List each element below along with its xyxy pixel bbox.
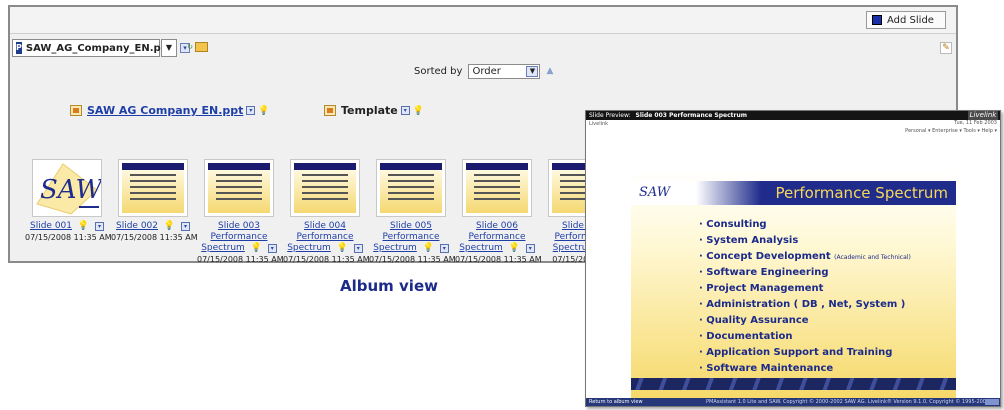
nav-arrows-icon[interactable] xyxy=(985,399,999,405)
slide-date-1: 07/15/2008 11:35 AM xyxy=(25,233,112,242)
slide-thumb-3[interactable] xyxy=(204,159,274,217)
info-bulb-icon[interactable]: 💡 xyxy=(509,243,520,253)
file-dropdown-button[interactable]: ▼ xyxy=(161,39,177,57)
folder-link-ppt-label[interactable]: SAW AG Company EN.ppt xyxy=(87,104,243,117)
preview-sub-left[interactable]: Livelink xyxy=(589,121,608,127)
slide-date-4: 07/15/2008 11:35 AM xyxy=(283,255,370,264)
svg-text:SAW: SAW xyxy=(40,175,101,205)
function-menu-icon[interactable]: ▾ xyxy=(246,106,256,115)
bullet-item: · Application Support and Training xyxy=(699,347,893,358)
slide-link-3[interactable]: Slide 003 xyxy=(218,221,260,231)
slide-thumb-2[interactable] xyxy=(118,159,188,217)
slide-caption-2: Slide 002 💡 ▾ 07/15/2008 11:35 AM xyxy=(111,221,198,244)
bullet-item: · System Analysis xyxy=(699,235,799,246)
slide-link-6[interactable]: Slide 006 xyxy=(476,221,518,231)
preview-copyright: PMAssistant 1.0 Lite and SAW. Copyright … xyxy=(706,399,990,405)
bullet-item: · Concept Development (Academic and Tech… xyxy=(699,251,911,262)
chevron-down-icon: ▼ xyxy=(526,65,539,77)
folder-link-template: Template ▾ 💡 xyxy=(324,104,424,117)
info-bulb-icon[interactable]: 💡 xyxy=(78,221,89,231)
edit-pencil-icon[interactable]: ✎ xyxy=(940,42,952,54)
slide-link-2[interactable]: Slide 002 xyxy=(116,221,158,231)
refresh-icon[interactable]: ↻ xyxy=(185,43,195,53)
slide-link-4[interactable]: Slide 004 xyxy=(304,221,346,231)
decorative-band xyxy=(631,378,956,390)
preview-menus[interactable]: Personal ▾ Enterprise ▾ Tools ▾ Help ▾ xyxy=(905,128,997,134)
info-bulb-icon[interactable]: 💡 xyxy=(251,243,262,253)
slide-date-2: 07/15/2008 11:35 AM xyxy=(111,233,198,242)
album-view-caption: Album view xyxy=(340,277,438,295)
slide-preview-window: Slide Preview: Slide 003 Performance Spe… xyxy=(585,110,1001,407)
compound-document-icon xyxy=(70,105,82,116)
slide-thumb-1[interactable]: SAW xyxy=(32,159,105,217)
function-menu-icon[interactable]: ▾ xyxy=(94,222,104,231)
folder-link-template-label[interactable]: Template xyxy=(341,104,398,117)
file-select[interactable]: P SAW_AG_Company_EN.ppt xyxy=(12,39,173,57)
saw-logo: SAW xyxy=(639,185,671,200)
bullet-item: · Documentation xyxy=(699,331,793,342)
bullet-item: · Software Maintenance xyxy=(699,363,834,374)
livelink-logo: Livelink xyxy=(968,111,998,120)
function-menu-icon[interactable]: ▾ xyxy=(180,222,190,231)
preview-prefix: Slide Preview: xyxy=(589,112,631,119)
bullet-item: · Consulting xyxy=(699,219,767,230)
slide-bullet-list: · Consulting · System Analysis · Concept… xyxy=(699,217,911,377)
function-menu-icon[interactable]: ▾ xyxy=(267,244,277,253)
slide-date-6: 07/15/2008 11:35 AM xyxy=(455,255,542,264)
info-bulb-icon[interactable]: 💡 xyxy=(337,243,348,253)
slide-caption-4: Slide 004 Performance Spectrum 💡 ▾ 07/15… xyxy=(283,221,370,266)
sort-row: Sorted by Order ▼ ▲ xyxy=(414,63,553,79)
add-slide-label: Add Slide xyxy=(887,14,934,26)
preview-footer: Return to album view PMAssistant 1.0 Lit… xyxy=(586,398,1000,406)
info-bulb-icon[interactable]: 💡 xyxy=(423,243,434,253)
slide-thumb-5[interactable] xyxy=(376,159,446,217)
slide-title: Performance Spectrum xyxy=(775,184,948,202)
function-menu-icon[interactable]: ▾ xyxy=(353,244,363,253)
info-bulb-icon[interactable]: 💡 xyxy=(413,106,424,116)
preview-date: Tue, 11 Feb 2003 xyxy=(954,120,997,126)
bullet-item: · Administration ( DB , Net, System ) xyxy=(699,299,906,310)
folder-link-ppt: SAW AG Company EN.ppt ▾ 💡 xyxy=(70,104,270,117)
file-bar: P SAW_AG_Company_EN.ppt ▼ ▾ ↻ ✎ xyxy=(10,39,956,59)
slide-header: SAW Performance Spectrum xyxy=(631,181,956,205)
return-to-album-link[interactable]: Return to album view xyxy=(589,399,643,405)
screenshot-root: Add Slide P SAW_AG_Company_EN.ppt ▼ ▾ ↻ … xyxy=(0,0,1004,410)
top-toolbar: Add Slide xyxy=(10,7,956,34)
sort-value: Order xyxy=(472,65,501,77)
slide-thumb-4[interactable] xyxy=(290,159,360,217)
slide-date-3: 07/15/2008 11:35 AM xyxy=(197,255,284,264)
function-menu-icon[interactable]: ▾ xyxy=(400,106,410,115)
slide-caption-1: Slide 001 💡 ▾ 07/15/2008 11:35 AM xyxy=(25,221,112,244)
info-bulb-icon[interactable]: 💡 xyxy=(164,221,175,231)
slide-thumb-6[interactable] xyxy=(462,159,532,217)
compound-document-icon xyxy=(324,105,336,116)
slide-caption-6: Slide 006 Performance Spectrum 💡 ▾ 07/15… xyxy=(455,221,542,266)
slide-caption-5: Slide 005 Performance Spectrum 💡 ▾ 07/15… xyxy=(369,221,456,266)
sort-ascending-icon[interactable]: ▲ xyxy=(546,66,553,76)
function-menu-icon[interactable]: ▾ xyxy=(525,244,535,253)
preview-subbar: Livelink Tue, 11 Feb 2003 Personal ▾ Ent… xyxy=(586,120,1000,138)
slide-link-5[interactable]: Slide 005 xyxy=(390,221,432,231)
preview-title: Slide 003 Performance Spectrum xyxy=(635,112,748,119)
preview-title-bar: Slide Preview: Slide 003 Performance Spe… xyxy=(586,111,1000,120)
open-folder-icon[interactable] xyxy=(195,42,208,52)
preview-slide: SAW Performance Spectrum · Consulting · … xyxy=(631,171,956,398)
function-menu-icon[interactable]: ▾ xyxy=(439,244,449,253)
sort-select[interactable]: Order ▼ xyxy=(468,63,541,79)
add-slide-icon xyxy=(872,15,882,25)
bullet-item: · Project Management xyxy=(699,283,824,294)
slide-date-5: 07/15/2008 11:35 AM xyxy=(369,255,456,264)
info-bulb-icon[interactable]: 💡 xyxy=(258,106,269,116)
sort-label: Sorted by xyxy=(414,65,463,77)
ppt-file-icon: P xyxy=(16,42,22,54)
slide-caption-3: Slide 003 Performance Spectrum 💡 ▾ 07/15… xyxy=(197,221,284,266)
slide-link-1[interactable]: Slide 001 xyxy=(30,221,72,231)
bullet-item: · Quality Assurance xyxy=(699,315,809,326)
bullet-item: · Software Engineering xyxy=(699,267,829,278)
add-slide-button[interactable]: Add Slide xyxy=(866,11,946,29)
file-name: SAW_AG_Company_EN.ppt xyxy=(25,42,173,54)
